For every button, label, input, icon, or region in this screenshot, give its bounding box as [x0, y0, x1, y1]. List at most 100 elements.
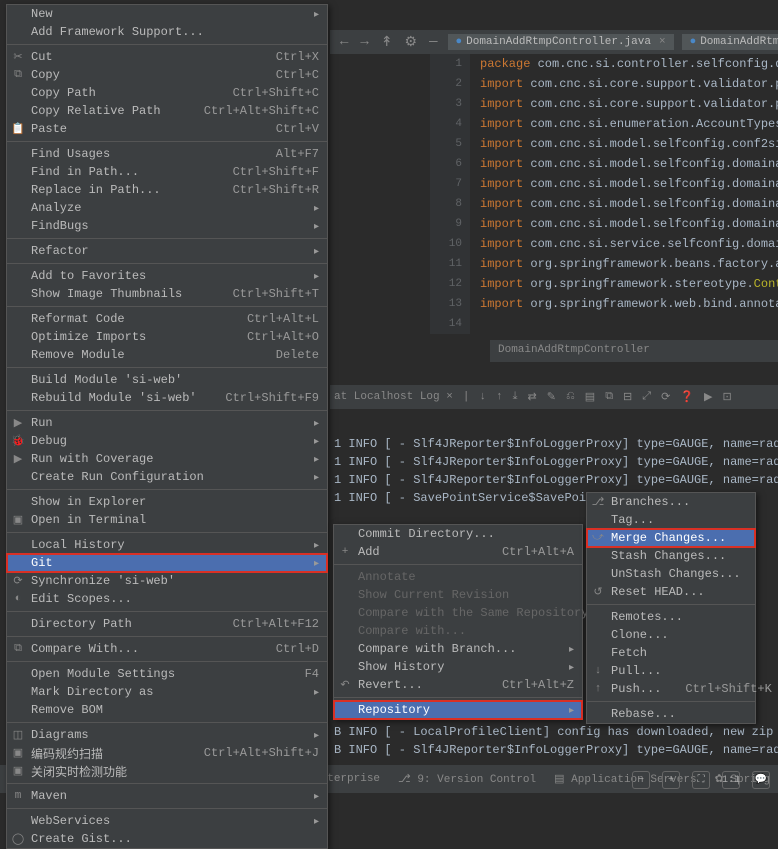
- zoom-out-icon[interactable]: −: [632, 771, 650, 789]
- menu-item[interactable]: Copy Relative PathCtrl+Alt+Shift+C: [7, 102, 327, 120]
- menu-item[interactable]: WebServices: [7, 812, 327, 830]
- menu-item[interactable]: +AddCtrl+Alt+A: [334, 543, 582, 561]
- menu-item[interactable]: ▣Open in Terminal: [7, 511, 327, 529]
- toolbar-btn[interactable]: ⊡: [722, 390, 731, 404]
- toolbar-btn[interactable]: ✎: [547, 390, 556, 404]
- tab-version-control[interactable]: ⎇ 9: Version Control: [398, 772, 536, 786]
- menu-item[interactable]: 🐞Debug: [7, 432, 327, 450]
- toolbar-btn[interactable]: ⟳: [661, 390, 670, 404]
- menu-item[interactable]: Copy PathCtrl+Shift+C: [7, 84, 327, 102]
- menu-item[interactable]: mMaven: [7, 787, 327, 805]
- menu-item[interactable]: ⟳Synchronize 'si-web': [7, 572, 327, 590]
- minus-icon[interactable]: —: [427, 34, 439, 50]
- menu-item[interactable]: Build Module 'si-web': [7, 371, 327, 389]
- fullscreen-icon[interactable]: ⛶: [692, 771, 710, 789]
- menu-item-icon: ↺: [591, 585, 605, 599]
- menu-item[interactable]: ◯Create Gist...: [7, 830, 327, 848]
- menu-item[interactable]: Git: [7, 554, 327, 572]
- menu-item[interactable]: ◫Diagrams: [7, 726, 327, 744]
- menu-item[interactable]: Remotes...: [587, 608, 755, 626]
- menu-item[interactable]: ⧉Compare With...Ctrl+D: [7, 640, 327, 658]
- menu-item[interactable]: ◐Edit Scopes...: [7, 590, 327, 608]
- menu-item[interactable]: ✂CutCtrl+X: [7, 48, 327, 66]
- toolbar-btn[interactable]: ↑: [496, 391, 503, 403]
- one-to-one-icon[interactable]: 1:1: [722, 771, 740, 789]
- menu-item[interactable]: Create Run Configuration: [7, 468, 327, 486]
- menu-item[interactable]: Find in Path...Ctrl+Shift+F: [7, 163, 327, 181]
- gear-icon[interactable]: ⚙: [403, 34, 420, 51]
- menu-shortcut: Ctrl+C: [252, 68, 319, 82]
- menu-item[interactable]: ▶Run: [7, 414, 327, 432]
- code-line: import com.cnc.si.service.selfconfig.dom…: [480, 234, 778, 254]
- menu-item[interactable]: Commit Directory...: [334, 525, 582, 543]
- code-editor[interactable]: 1234567891011121314 package com.cnc.si.c…: [330, 54, 778, 370]
- menu-item[interactable]: 📋PasteCtrl+V: [7, 120, 327, 138]
- menu-item[interactable]: Repository: [334, 701, 582, 719]
- toolbar-btn[interactable]: ⤓: [513, 391, 518, 403]
- toolbar-btn[interactable]: ⇄: [528, 390, 537, 404]
- submenu-arrow-icon: [290, 269, 319, 283]
- menu-item[interactable]: Rebuild Module 'si-web'Ctrl+Shift+F9: [7, 389, 327, 407]
- zoom-in-icon[interactable]: +: [662, 771, 680, 789]
- menu-separator: [7, 367, 327, 368]
- menu-item[interactable]: Find UsagesAlt+F7: [7, 145, 327, 163]
- menu-item[interactable]: Replace in Path...Ctrl+Shift+R: [7, 181, 327, 199]
- toolbar-btn[interactable]: ↓: [479, 391, 486, 403]
- menu-item[interactable]: ▣编码规约扫描Ctrl+Alt+Shift+J: [7, 744, 327, 762]
- menu-item[interactable]: ▶Run with Coverage: [7, 450, 327, 468]
- menu-item[interactable]: Optimize ImportsCtrl+Alt+O: [7, 328, 327, 346]
- menu-item[interactable]: ⤻Merge Changes...: [587, 529, 755, 547]
- menu-item[interactable]: Open Module SettingsF4: [7, 665, 327, 683]
- menu-item[interactable]: Remove BOM: [7, 701, 327, 719]
- menu-item-label: WebServices: [31, 814, 110, 828]
- toolbar-btn[interactable]: ⊟: [623, 390, 632, 404]
- menu-item[interactable]: Analyze: [7, 199, 327, 217]
- menu-item[interactable]: ↶Revert...Ctrl+Alt+Z: [334, 676, 582, 694]
- toolbar-btn[interactable]: ▤: [585, 390, 595, 404]
- toolbar-btn[interactable]: ⎌: [566, 391, 575, 403]
- menu-item[interactable]: Add to Favorites: [7, 267, 327, 285]
- menu-item[interactable]: Show History: [334, 658, 582, 676]
- nav-back-icon[interactable]: ←: [338, 34, 350, 50]
- toolbar-btn[interactable]: ⤢: [642, 391, 651, 403]
- menu-item[interactable]: ⎇Branches...: [587, 493, 755, 511]
- breadcrumb[interactable]: DomainAddRtmpController: [490, 340, 778, 362]
- log-tab-label[interactable]: at Localhost Log ×: [334, 391, 453, 403]
- nav-fwd-icon[interactable]: →: [358, 34, 370, 50]
- toolbar-btn[interactable]: ▶: [704, 390, 712, 404]
- chat-icon[interactable]: 💬: [752, 771, 770, 789]
- menu-item[interactable]: ↑Push...Ctrl+Shift+K: [587, 680, 755, 698]
- file-tab[interactable]: ● DomainAddRtmpController.java ×: [448, 34, 674, 50]
- nav-up-icon[interactable]: ↟: [379, 34, 395, 51]
- menu-item[interactable]: Rebase...: [587, 705, 755, 723]
- menu-item[interactable]: Tag...: [587, 511, 755, 529]
- menu-item[interactable]: New: [7, 5, 327, 23]
- file-tab[interactable]: ● DomainAddRtmpControlle: [682, 34, 778, 50]
- menu-item[interactable]: Remove ModuleDelete: [7, 346, 327, 364]
- menu-item[interactable]: Add Framework Support...: [7, 23, 327, 41]
- toolbar-btn[interactable]: ❓: [680, 390, 694, 404]
- menu-item[interactable]: ⧉CopyCtrl+C: [7, 66, 327, 84]
- menu-item[interactable]: ↓Pull...: [587, 662, 755, 680]
- submenu-arrow-icon: [290, 244, 319, 258]
- menu-item[interactable]: Show in Explorer: [7, 493, 327, 511]
- menu-item[interactable]: Fetch: [587, 644, 755, 662]
- menu-item[interactable]: Refactor: [7, 242, 327, 260]
- menu-item[interactable]: Mark Directory as: [7, 683, 327, 701]
- menu-item[interactable]: Compare with Branch...: [334, 640, 582, 658]
- menu-item[interactable]: Stash Changes...: [587, 547, 755, 565]
- menu-item[interactable]: ▣关闭实时检测功能: [7, 762, 327, 780]
- menu-item[interactable]: ↺Reset HEAD...: [587, 583, 755, 601]
- menu-item[interactable]: Clone...: [587, 626, 755, 644]
- menu-item[interactable]: Directory PathCtrl+Alt+F12: [7, 615, 327, 633]
- menu-item[interactable]: Show Image ThumbnailsCtrl+Shift+T: [7, 285, 327, 303]
- log-line: 1 INFO [ - Slf4JReporter$InfoLoggerProxy…: [334, 453, 778, 471]
- submenu-arrow-icon: [290, 201, 319, 215]
- toolbar-btn[interactable]: ⧉: [605, 391, 613, 403]
- menu-item[interactable]: Local History: [7, 536, 327, 554]
- menu-item-label: Fetch: [611, 646, 647, 660]
- menu-item[interactable]: Reformat CodeCtrl+Alt+L: [7, 310, 327, 328]
- menu-item[interactable]: FindBugs: [7, 217, 327, 235]
- close-icon[interactable]: ×: [659, 36, 666, 48]
- menu-item[interactable]: UnStash Changes...: [587, 565, 755, 583]
